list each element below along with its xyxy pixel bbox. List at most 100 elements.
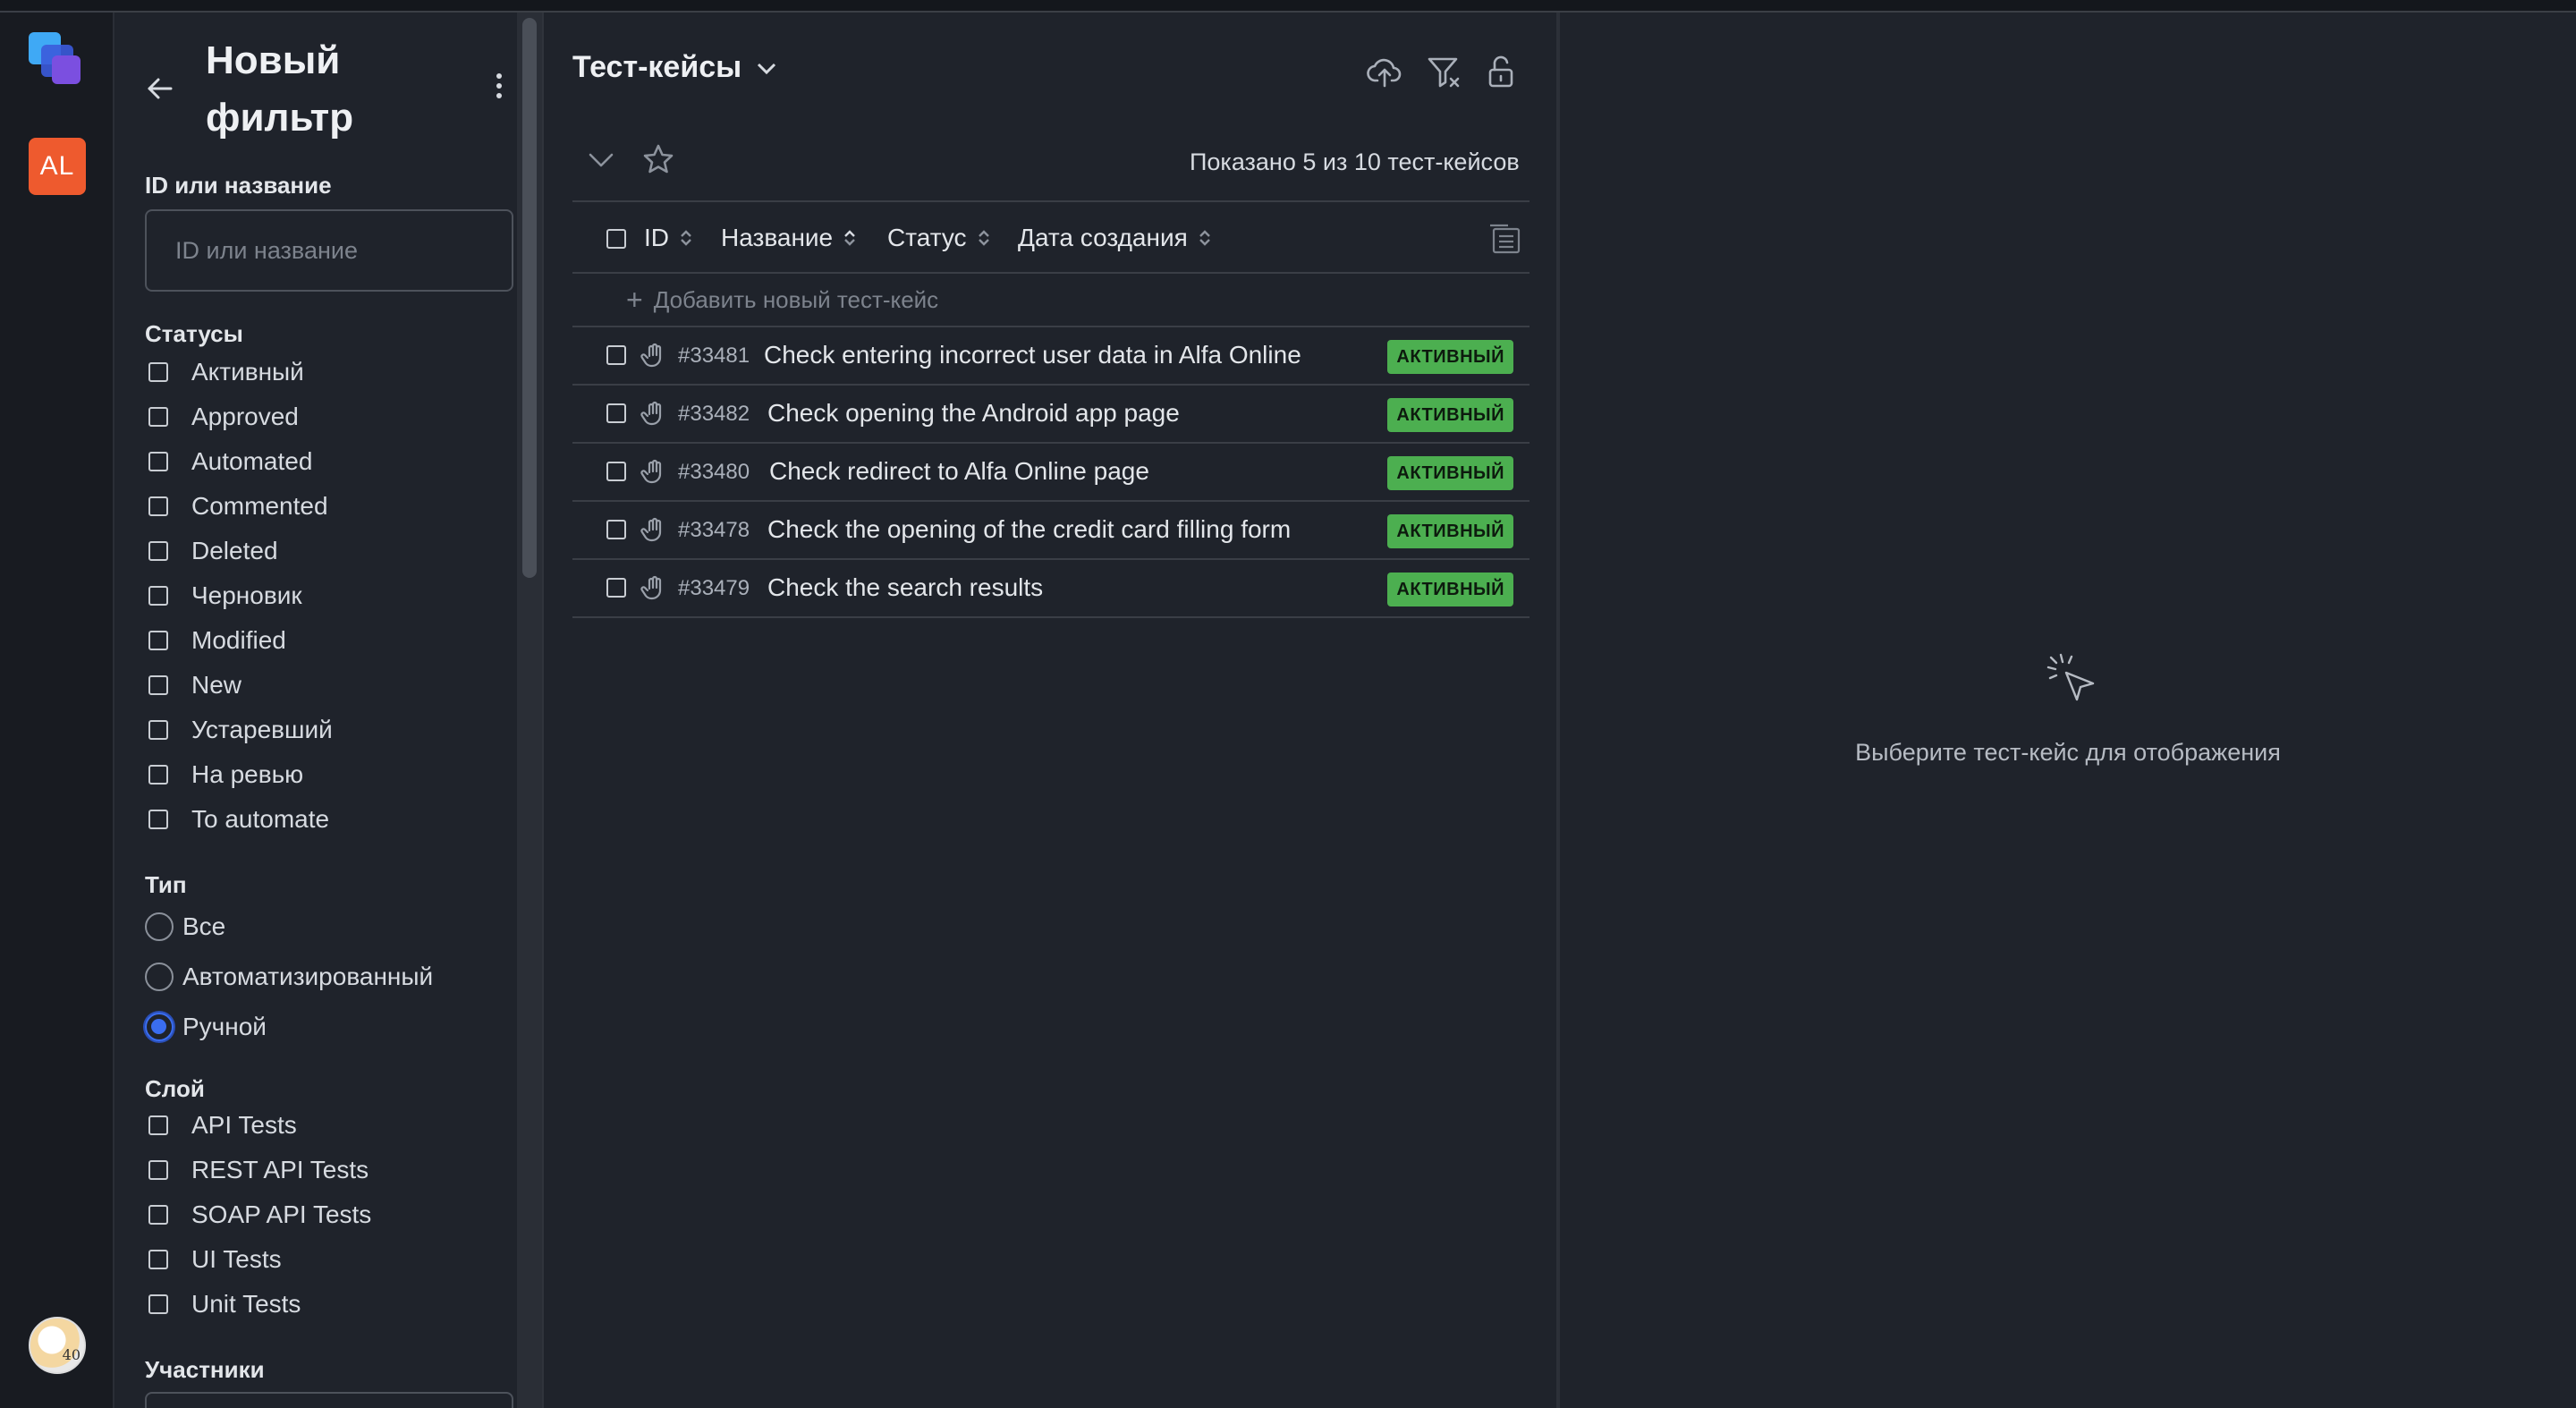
upload-icon[interactable] <box>1365 52 1404 91</box>
status-checkbox-draft[interactable]: Черновик <box>148 578 302 614</box>
more-options-icon[interactable] <box>487 68 512 104</box>
checkbox[interactable] <box>148 675 168 695</box>
layer-checkbox-ui[interactable]: UI Tests <box>148 1242 282 1277</box>
table-row[interactable]: #33479 Check the search results АКТИВНЫЙ <box>572 560 1530 618</box>
search-label: ID или название <box>145 172 332 199</box>
column-status[interactable]: Статус <box>887 224 990 252</box>
search-input[interactable] <box>145 209 513 292</box>
checkbox[interactable] <box>148 541 168 561</box>
status-checkbox-modified[interactable]: Modified <box>148 623 286 658</box>
members-label: Участники <box>145 1356 265 1383</box>
filter-clear-icon[interactable] <box>1424 52 1463 91</box>
radio[interactable] <box>145 912 174 941</box>
column-name[interactable]: Название <box>721 224 856 252</box>
test-case-name[interactable]: Check the search results <box>767 573 1043 602</box>
test-cases-table: ID Название Статус Дата создания + Добав… <box>572 200 1530 618</box>
table-row[interactable]: #33480 Check redirect to Alfa Online pag… <box>572 444 1530 502</box>
table-header: ID Название Статус Дата создания <box>572 200 1530 274</box>
sort-icon <box>978 229 990 247</box>
status-badge: АКТИВНЫЙ <box>1387 573 1513 606</box>
test-case-id: #33480 <box>678 460 750 484</box>
manual-hand-icon <box>640 458 667 485</box>
checkbox[interactable] <box>148 1294 168 1314</box>
manual-hand-icon <box>640 516 667 543</box>
row-checkbox[interactable] <box>606 345 626 365</box>
status-checkbox-outdated[interactable]: Устаревший <box>148 712 333 748</box>
statuses-label: Статусы <box>145 320 243 347</box>
checkbox[interactable] <box>148 1250 168 1269</box>
filter-scrollbar-thumb[interactable] <box>522 18 537 578</box>
checkbox[interactable] <box>148 1160 168 1180</box>
test-case-id: #33481 <box>678 344 750 368</box>
add-test-case-button[interactable]: + Добавить новый тест-кейс <box>572 274 1530 327</box>
layer-checkbox-soap-api[interactable]: SOAP API Tests <box>148 1197 371 1233</box>
checkbox[interactable] <box>148 1205 168 1225</box>
row-checkbox[interactable] <box>606 403 626 423</box>
plus-icon: + <box>626 283 643 316</box>
radio-selected[interactable] <box>145 1013 174 1041</box>
left-rail <box>0 13 114 1408</box>
checkbox[interactable] <box>148 720 168 740</box>
table-row[interactable]: #33481 Check entering incorrect user dat… <box>572 327 1530 386</box>
column-created[interactable]: Дата создания <box>1018 224 1211 252</box>
test-case-name[interactable]: Check entering incorrect user data in Al… <box>764 341 1301 369</box>
app-logo[interactable] <box>25 29 88 91</box>
collapse-chevron-icon[interactable] <box>581 140 621 179</box>
status-checkbox-commented[interactable]: Commented <box>148 488 328 524</box>
radio[interactable] <box>145 963 174 991</box>
status-badge: АКТИВНЫЙ <box>1387 398 1513 432</box>
test-case-name[interactable]: Check opening the Android app page <box>767 399 1180 428</box>
checkbox[interactable] <box>148 1115 168 1135</box>
layer-label: Слой <box>145 1075 205 1102</box>
manual-hand-icon <box>640 574 667 601</box>
checkbox[interactable] <box>148 765 168 785</box>
row-checkbox[interactable] <box>606 578 626 598</box>
checkbox[interactable] <box>148 362 168 382</box>
test-case-id: #33482 <box>678 402 750 426</box>
status-checkbox-to-automate[interactable]: To automate <box>148 802 329 837</box>
row-checkbox[interactable] <box>606 520 626 539</box>
status-checkbox-review[interactable]: На ревью <box>148 757 303 793</box>
status-badge: АКТИВНЫЙ <box>1387 456 1513 490</box>
column-id[interactable]: ID <box>644 224 692 252</box>
type-label: Тип <box>145 871 187 898</box>
test-case-name[interactable]: Check the opening of the credit card fil… <box>767 515 1291 544</box>
status-checkbox-approved[interactable]: Approved <box>148 399 299 435</box>
user-avatar[interactable]: 40 <box>29 1317 86 1374</box>
sort-icon <box>1199 229 1211 247</box>
manual-hand-icon <box>640 342 667 369</box>
chevron-down-icon <box>758 63 776 74</box>
status-badge: АКТИВНЫЙ <box>1387 340 1513 374</box>
unlock-icon[interactable] <box>1481 52 1521 91</box>
checkbox[interactable] <box>148 810 168 829</box>
test-case-name[interactable]: Check redirect to Alfa Online page <box>769 457 1149 486</box>
checkbox[interactable] <box>148 407 168 427</box>
table-row[interactable]: #33482 Check opening the Android app pag… <box>572 386 1530 444</box>
select-all-checkbox[interactable] <box>606 229 626 249</box>
type-radio-all[interactable]: Все <box>145 909 225 945</box>
back-arrow-icon[interactable] <box>140 68 181 109</box>
members-select[interactable] <box>145 1392 513 1408</box>
project-avatar[interactable]: AL <box>29 138 86 195</box>
status-checkbox-new[interactable]: New <box>148 667 242 703</box>
type-radio-manual[interactable]: Ручной <box>145 1009 267 1045</box>
layer-checkbox-unit[interactable]: Unit Tests <box>148 1286 301 1322</box>
status-checkbox-active[interactable]: Активный <box>148 354 304 390</box>
status-checkbox-deleted[interactable]: Deleted <box>148 533 278 569</box>
manual-hand-icon <box>640 400 667 427</box>
status-checkbox-automated[interactable]: Automated <box>148 444 312 479</box>
column-settings-icon[interactable] <box>1487 220 1522 256</box>
status-badge: АКТИВНЫЙ <box>1387 514 1513 548</box>
type-radio-automated[interactable]: Автоматизированный <box>145 959 433 995</box>
favorite-star-icon[interactable] <box>639 140 678 179</box>
checkbox[interactable] <box>148 496 168 516</box>
checkbox[interactable] <box>148 452 168 471</box>
layer-checkbox-api[interactable]: API Tests <box>148 1107 297 1143</box>
test-cases-title[interactable]: Тест-кейсы <box>572 50 779 85</box>
row-checkbox[interactable] <box>606 462 626 481</box>
layer-checkbox-rest-api[interactable]: REST API Tests <box>148 1152 369 1188</box>
checkbox[interactable] <box>148 586 168 606</box>
checkbox[interactable] <box>148 631 168 650</box>
table-row[interactable]: #33478 Check the opening of the credit c… <box>572 502 1530 560</box>
cursor-click-icon <box>2043 649 2098 705</box>
